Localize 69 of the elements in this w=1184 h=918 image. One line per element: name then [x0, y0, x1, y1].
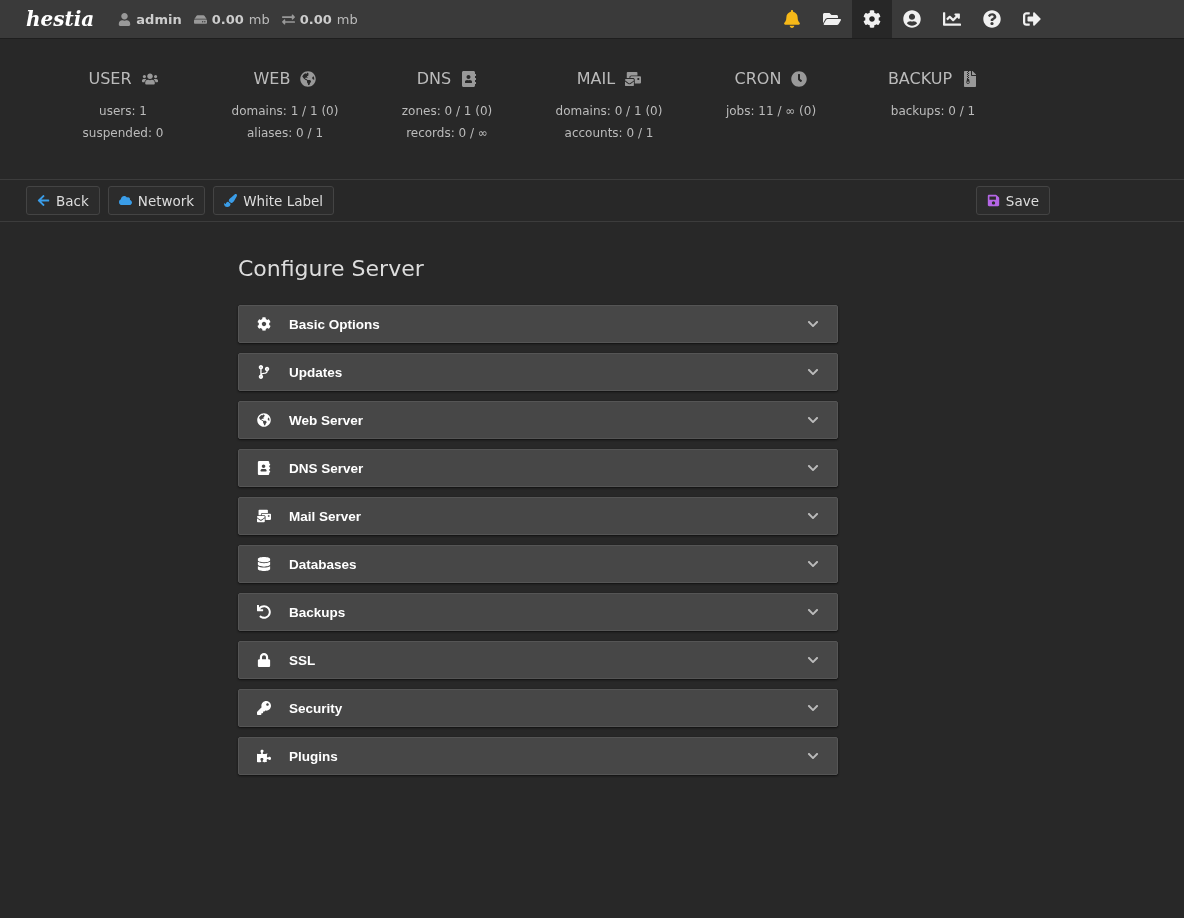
section-title: Security [289, 700, 344, 716]
accordion-header[interactable]: Basic Options [238, 305, 838, 343]
stat-line: accounts: 0 / 1 [564, 125, 654, 142]
stat-title[interactable]: DNS [416, 69, 452, 88]
section-title: Mail Server [289, 508, 363, 524]
save-button[interactable]: Save [975, 186, 1050, 215]
stat-line: jobs: 11 / ∞ (0) [725, 103, 817, 120]
accordion-header[interactable]: Backups [238, 593, 838, 631]
back-button[interactable]: Back [26, 186, 100, 215]
accordion-header[interactable]: Mail Server [238, 497, 838, 535]
clock-icon [791, 70, 808, 87]
bandwidth-usage: 0.00 [299, 11, 332, 27]
file-archive-icon [962, 70, 979, 87]
arrow-left-icon [37, 194, 50, 207]
accordion-header[interactable]: Security [238, 689, 838, 727]
stat-line: records: 0 / ∞ [406, 125, 488, 142]
username: admin [136, 11, 182, 27]
settings-icon [257, 317, 271, 331]
label-button[interactable]: White Label [213, 186, 335, 215]
stat-line: users: 1 [99, 103, 147, 120]
cloud-icon [118, 194, 132, 207]
stat-line: zones: 0 / 1 (0) [401, 103, 493, 120]
stat-line: suspended: 0 [82, 125, 164, 142]
section-title: Backups [289, 604, 347, 620]
key-icon [257, 701, 271, 715]
mail-icon [257, 509, 271, 523]
disk-usage: 0.00 [211, 11, 244, 27]
network-button[interactable]: Network [107, 186, 206, 215]
stat-title[interactable]: BACKUP [887, 69, 953, 88]
section-title: Plugins [289, 748, 339, 764]
settings-icon[interactable] [852, 0, 892, 38]
stat-title[interactable]: USER [88, 69, 132, 88]
undo-icon [257, 605, 271, 619]
book-icon [257, 461, 271, 475]
stat-title[interactable]: CRON [734, 69, 782, 88]
accordion-header[interactable]: Plugins [238, 737, 838, 775]
section-title: DNS Server [289, 460, 365, 476]
database-icon [257, 557, 271, 571]
globe-icon [300, 70, 317, 87]
section-title: Databases [289, 556, 358, 572]
branch-icon [257, 365, 271, 379]
logo[interactable]: hestia [26, 7, 95, 31]
brush-icon [224, 194, 238, 207]
bandwidth-unit: mb [336, 11, 358, 27]
stat-title[interactable]: MAIL [576, 69, 616, 88]
stat-title[interactable]: WEB [253, 69, 291, 88]
accordion-header[interactable]: DNS Server [238, 449, 838, 487]
user-icon [118, 12, 132, 26]
section-title: Updates [289, 364, 344, 380]
page-title: Configure Server [238, 256, 425, 281]
accordion-header[interactable]: SSL [238, 641, 838, 679]
disk-unit: mb [248, 11, 270, 27]
section-title: SSL [289, 652, 317, 668]
stat-line: domains: 1 / 1 (0) [231, 103, 339, 120]
section-title: Basic Options [289, 316, 381, 332]
accordion-header[interactable]: Updates [238, 353, 838, 391]
section-title: Web Server [289, 412, 365, 428]
save-icon [986, 194, 1000, 207]
stat-line: aliases: 0 / 1 [246, 125, 324, 142]
globe-icon [257, 413, 271, 427]
accordion-header[interactable]: Web Server [238, 401, 838, 439]
lock-icon [257, 653, 271, 667]
mail-icon [625, 70, 642, 87]
stat-line: domains: 0 / 1 (0) [555, 103, 663, 120]
book-icon [461, 70, 478, 87]
accordion-header[interactable]: Databases [238, 545, 838, 583]
transfer-icon [281, 12, 295, 26]
stat-line: backups: 0 / 1 [890, 103, 976, 120]
puzzle-icon [257, 749, 271, 763]
